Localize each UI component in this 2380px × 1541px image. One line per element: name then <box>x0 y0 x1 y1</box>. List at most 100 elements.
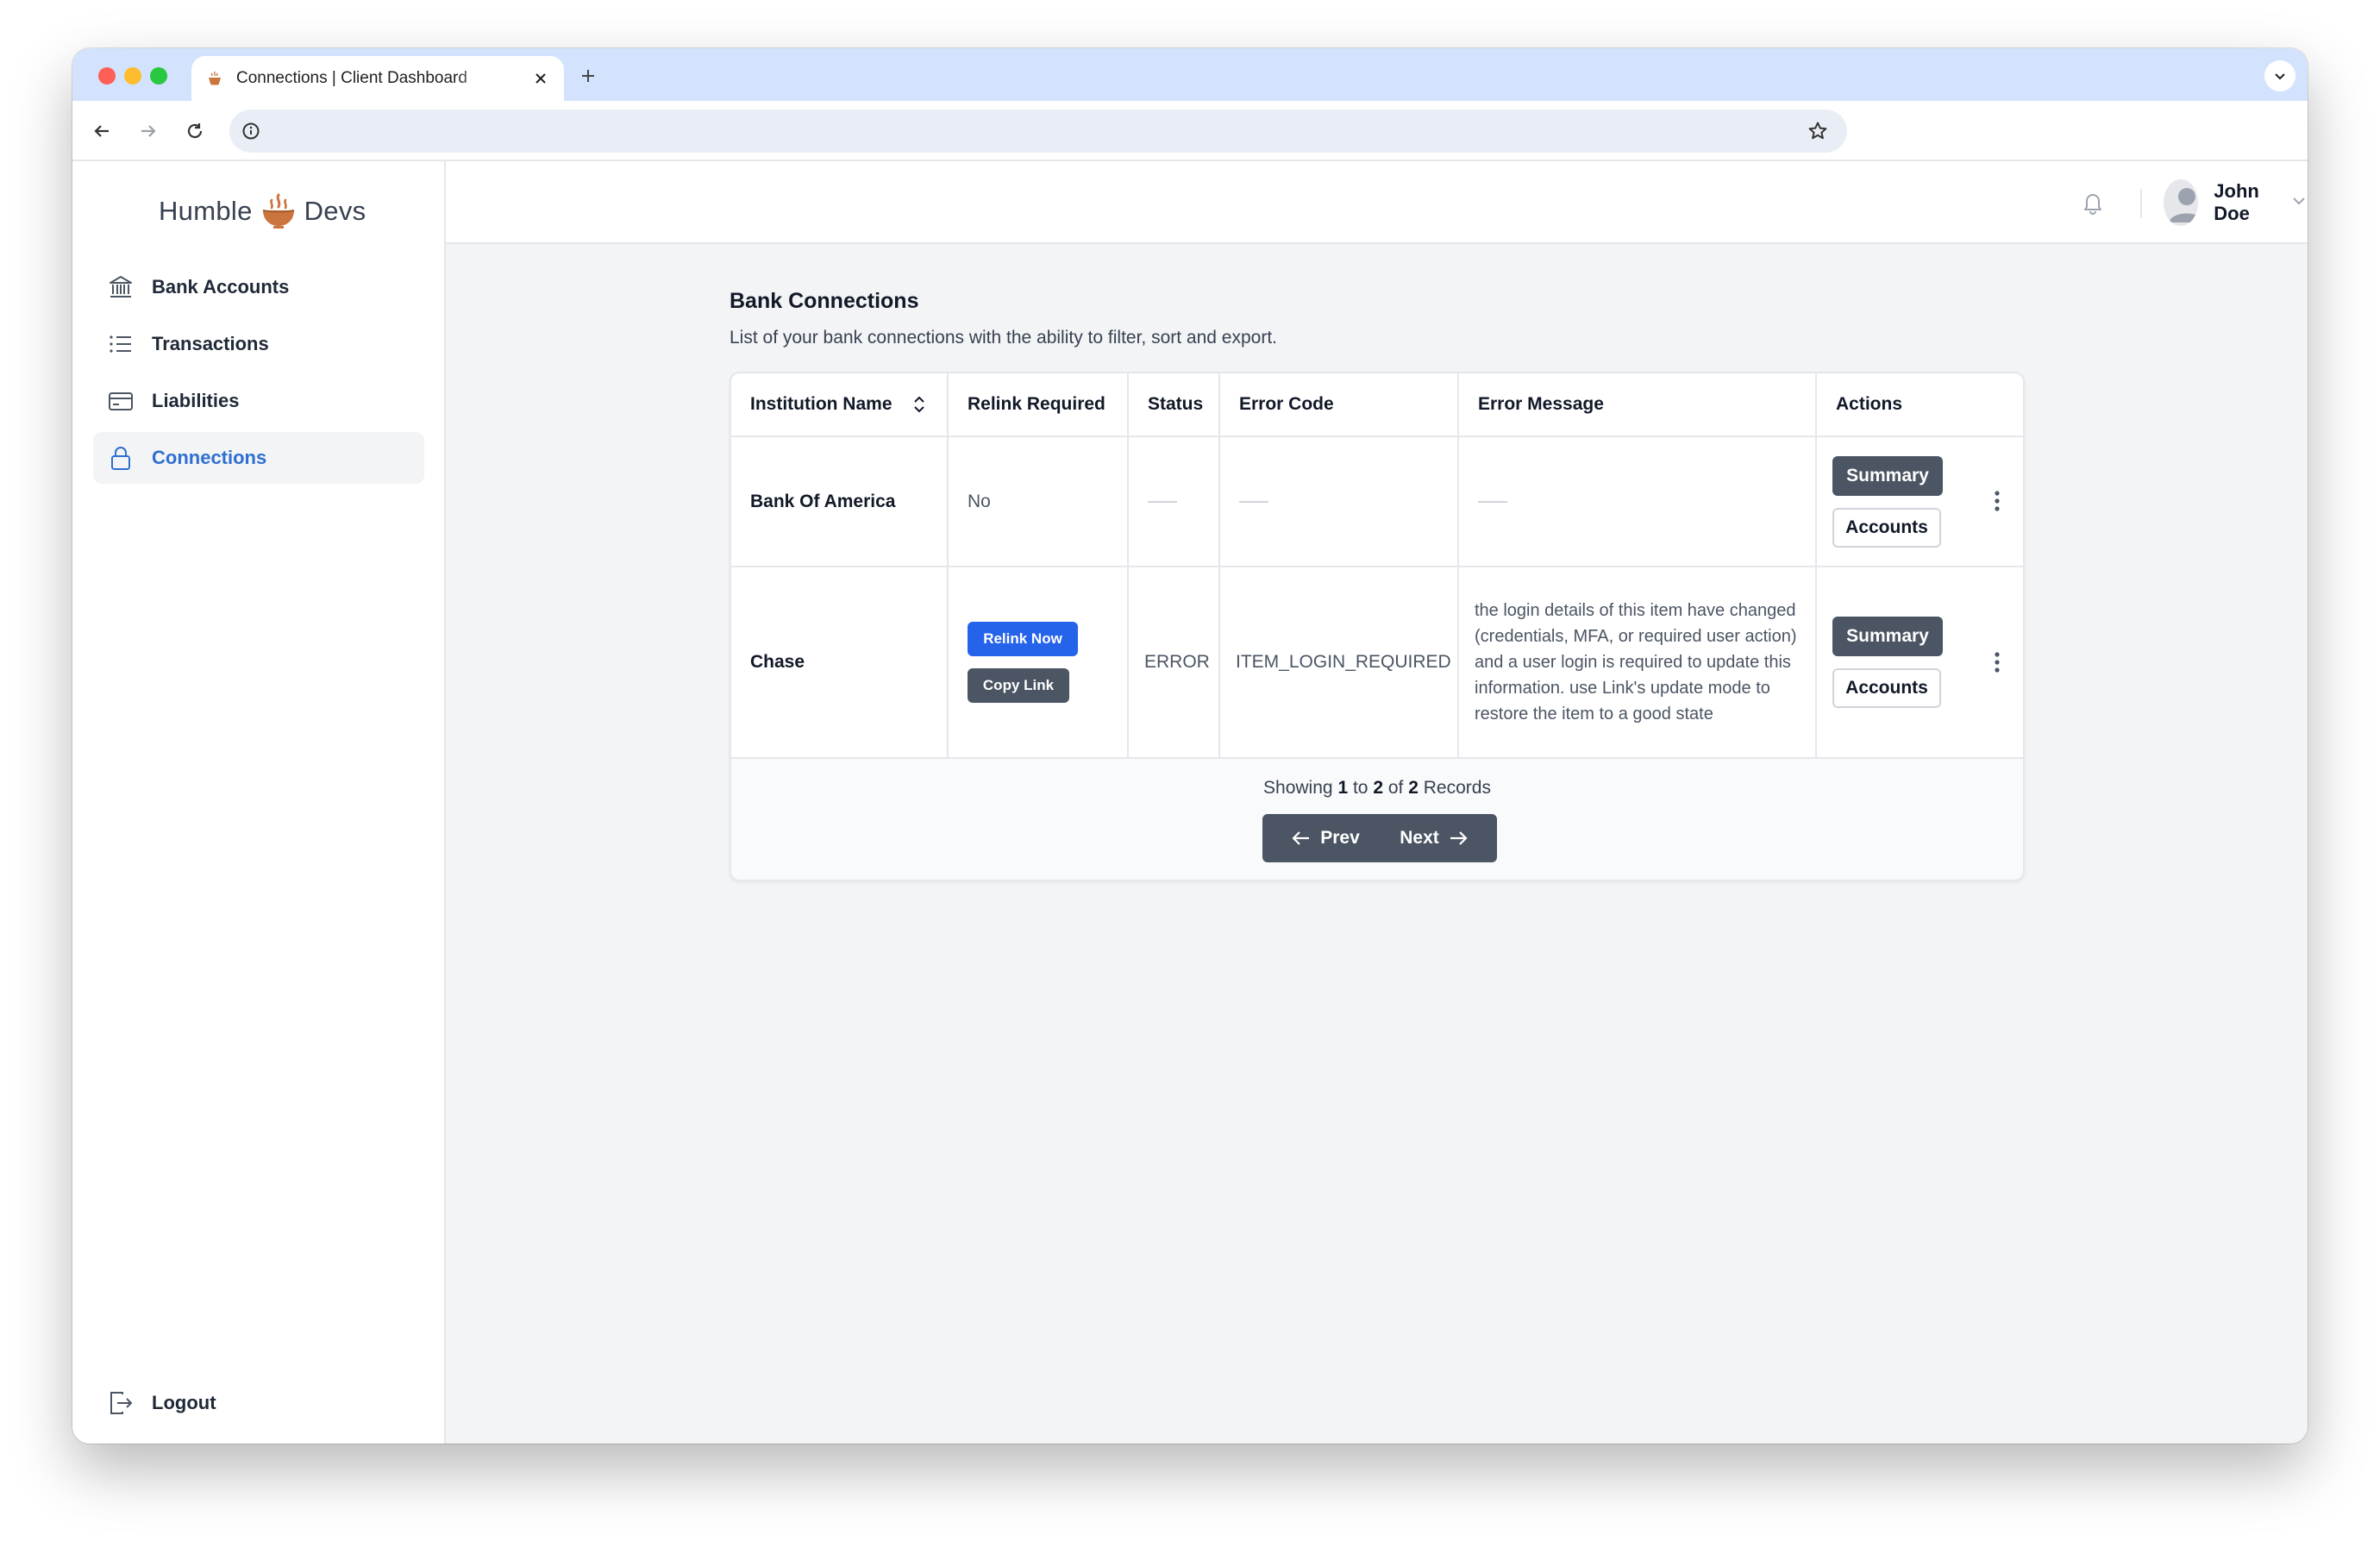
relink-now-button[interactable]: Relink Now <box>968 622 1078 656</box>
app-root: Humble Devs Bank Accounts Transactions L… <box>72 161 2308 1444</box>
sidebar-item-connections[interactable]: Connections <box>93 432 424 484</box>
column-header-actions: Actions <box>1817 373 2023 435</box>
pagination: Prev Next <box>1262 814 1497 862</box>
showing-label: Showing <box>1263 778 1333 798</box>
institution-name: Bank Of America <box>750 491 896 511</box>
close-icon[interactable] <box>531 69 550 88</box>
tab-search-icon[interactable] <box>2264 60 2295 91</box>
column-header-label: Error Code <box>1239 394 1334 414</box>
user-name: John Doe <box>2214 180 2259 224</box>
header-divider <box>2140 189 2142 218</box>
column-header-label: Actions <box>1836 394 1903 414</box>
list-icon <box>105 329 136 360</box>
sidebar-item-label: Bank Accounts <box>152 276 290 298</box>
empty-value-dash <box>1148 500 1177 503</box>
prev-label: Prev <box>1320 828 1360 848</box>
sidebar-item-label: Transactions <box>152 333 269 354</box>
records-from: 1 <box>1337 778 1349 798</box>
sort-icon[interactable] <box>911 395 927 414</box>
forward-icon[interactable] <box>133 116 164 147</box>
accounts-button[interactable]: Accounts <box>1832 668 1941 708</box>
table-footer: Showing 1 to 2 of 2 Records Prev Next <box>731 759 2023 880</box>
connections-table: Institution Name Relink Required Status … <box>730 372 2025 881</box>
error-message-cell <box>1459 437 1817 566</box>
tab-strip: Connections | Client Dashboard <box>72 48 2308 101</box>
address-bar[interactable] <box>229 110 1847 153</box>
of-label: of <box>1387 778 1404 798</box>
column-header-status: Status <box>1129 373 1220 435</box>
records-label: Records <box>1423 778 1491 798</box>
error-message-cell: the login details of this item have chan… <box>1459 567 1817 757</box>
back-icon[interactable] <box>86 116 117 147</box>
column-header-label: Status <box>1148 394 1204 414</box>
table-row: Chase Relink Now Copy Link ERROR ITEM_LO… <box>731 567 2023 759</box>
next-button[interactable]: Next <box>1380 814 1497 862</box>
close-window-button[interactable] <box>98 67 116 85</box>
bookmark-star-icon[interactable] <box>1806 119 1830 143</box>
logo-text-left: Humble <box>159 196 253 226</box>
institution-cell: Chase <box>731 567 949 757</box>
browser-tab[interactable]: Connections | Client Dashboard <box>191 56 564 101</box>
more-options-icon[interactable] <box>1987 485 2007 517</box>
logo: Humble Devs <box>159 190 366 233</box>
table-header-row: Institution Name Relink Required Status … <box>731 373 2023 437</box>
avatar <box>2164 179 2199 226</box>
accounts-button[interactable]: Accounts <box>1832 507 1941 548</box>
browser-toolbar <box>72 101 2308 161</box>
favicon-icon <box>205 69 224 88</box>
bell-icon[interactable] <box>2077 187 2108 218</box>
lock-icon <box>105 442 136 473</box>
logout-label: Logout <box>152 1392 216 1413</box>
sidebar: Humble Devs Bank Accounts Transactions L… <box>72 161 446 1444</box>
to-label: to <box>1352 778 1368 798</box>
tab-title: Connections | Client Dashboard <box>236 69 467 87</box>
copy-link-button[interactable]: Copy Link <box>968 668 1069 703</box>
error-message-value: the login details of this item have chan… <box>1475 601 1797 724</box>
error-code-cell <box>1220 437 1459 566</box>
bank-icon <box>105 272 136 303</box>
arrow-left-icon <box>1292 831 1310 845</box>
relink-cell: Relink Now Copy Link <box>949 567 1129 757</box>
prev-button[interactable]: Prev <box>1262 814 1380 862</box>
next-label: Next <box>1400 828 1439 848</box>
more-options-icon[interactable] <box>1987 647 2007 678</box>
maximize-window-button[interactable] <box>150 67 167 85</box>
sidebar-item-label: Connections <box>152 447 267 468</box>
records-total: 2 <box>1408 778 1419 798</box>
logo-bowl-icon <box>262 193 294 229</box>
records-summary: Showing 1 to 2 of 2 Records <box>731 778 2023 799</box>
sidebar-item-transactions[interactable]: Transactions <box>93 318 424 370</box>
credit-card-icon <box>105 385 136 417</box>
status-cell: ERROR <box>1129 567 1220 757</box>
reload-icon[interactable] <box>179 116 210 147</box>
sidebar-item-label: Liabilities <box>152 390 240 411</box>
error-code-value: ITEM_LOGIN_REQUIRED <box>1236 652 1451 672</box>
page-description: List of your bank connections with the a… <box>730 328 1278 348</box>
summary-button[interactable]: Summary <box>1832 617 1943 656</box>
main-content: Bank Connections List of your bank conne… <box>730 289 2025 881</box>
column-header-error-message: Error Message <box>1459 373 1817 435</box>
chevron-down-icon <box>2290 192 2308 214</box>
summary-button[interactable]: Summary <box>1832 455 1943 496</box>
site-info-icon[interactable] <box>240 120 262 142</box>
column-header-relink: Relink Required <box>949 373 1129 435</box>
user-menu[interactable]: John Doe <box>2164 179 2308 227</box>
sidebar-item-liabilities[interactable]: Liabilities <box>93 375 424 427</box>
minimize-window-button[interactable] <box>124 67 141 85</box>
institution-cell: Bank Of America <box>731 437 949 566</box>
column-header-error-code: Error Code <box>1220 373 1459 435</box>
logout-icon <box>105 1388 136 1419</box>
error-code-cell: ITEM_LOGIN_REQUIRED <box>1220 567 1459 757</box>
logo-text-right: Devs <box>304 196 366 226</box>
column-header-institution[interactable]: Institution Name <box>731 373 949 435</box>
records-to: 2 <box>1373 778 1384 798</box>
logout-button[interactable]: Logout <box>105 1381 216 1425</box>
relink-cell: No <box>949 437 1129 566</box>
table-row: Bank Of America No Summary Accounts <box>731 437 2023 567</box>
actions-cell: Summary Accounts <box>1817 437 2023 566</box>
column-header-label: Error Message <box>1478 394 1604 414</box>
actions-cell: Summary Accounts <box>1817 567 2023 757</box>
new-tab-icon[interactable] <box>574 62 602 90</box>
top-header: John Doe <box>446 161 2308 244</box>
sidebar-item-bank-accounts[interactable]: Bank Accounts <box>93 261 424 313</box>
